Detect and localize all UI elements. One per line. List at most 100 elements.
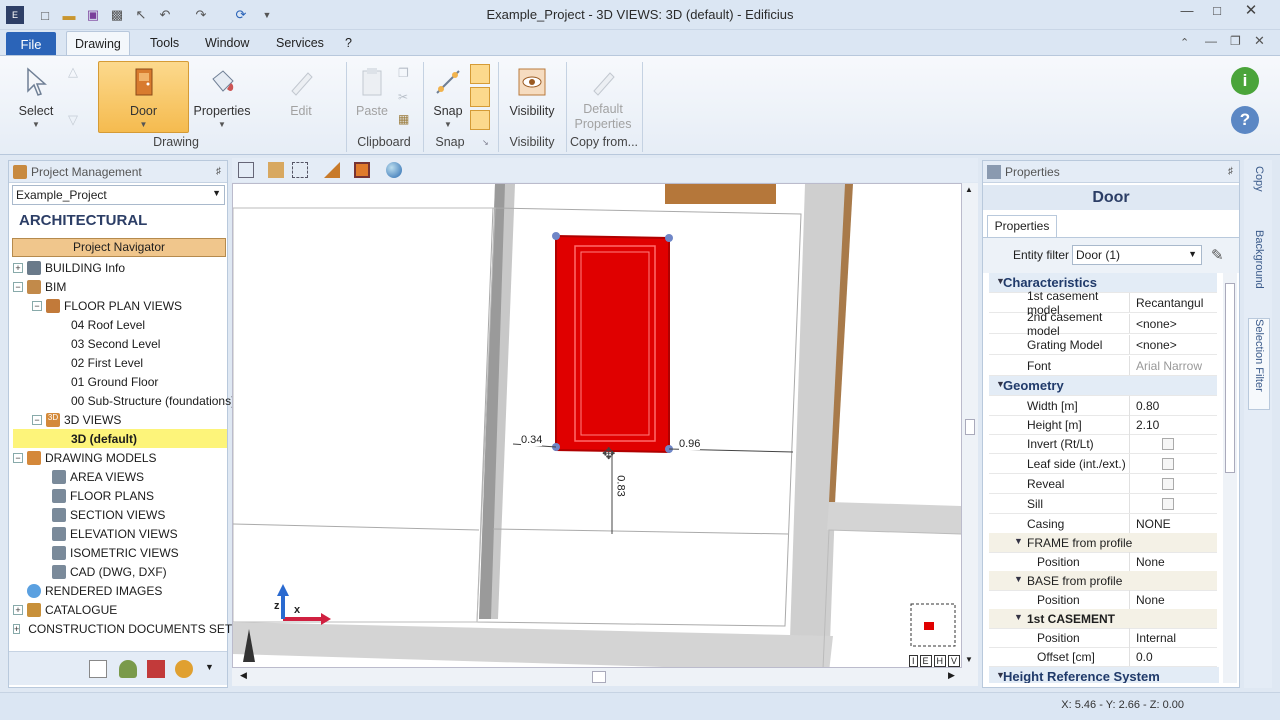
- leaf-side-checkbox[interactable]: [1162, 457, 1174, 470]
- tree-item-catalogue[interactable]: + CATALOGUE: [13, 600, 227, 619]
- prop-row[interactable]: Leaf side (int./ext.): [989, 454, 1217, 474]
- export-icon[interactable]: [147, 660, 165, 678]
- tree-item-elevation-views[interactable]: ELEVATION VIEWS: [13, 524, 227, 543]
- prop-row[interactable]: Grating Model <none>: [989, 335, 1217, 355]
- tab-tools[interactable]: Tools: [142, 31, 187, 55]
- 3d-viewport[interactable]: 0.34 0.96 0.83 ✥ x z I E H V: [232, 183, 962, 668]
- snap-endpoint-icon[interactable]: [470, 64, 490, 84]
- tree-item-drawing-models[interactable]: − DRAWING MODELS: [13, 448, 227, 467]
- tree-item-building-info[interactable]: + BUILDING Info: [13, 258, 227, 277]
- collapse-icon[interactable]: −: [13, 281, 23, 292]
- side-tab-background[interactable]: Background: [1248, 230, 1270, 310]
- snap-line-icon[interactable]: [470, 87, 490, 107]
- subsection-frame-from-profile[interactable]: FRAME from profile: [989, 533, 1217, 553]
- prop-row[interactable]: Font Arial Narrow: [989, 356, 1217, 376]
- help-icon[interactable]: ?: [1231, 106, 1259, 134]
- tab-services[interactable]: Services: [268, 31, 332, 55]
- texture-icon[interactable]: [268, 162, 284, 178]
- prop-row[interactable]: Position Internal: [989, 628, 1217, 648]
- ribbon-collapse-icon[interactable]: ⌃: [1180, 36, 1189, 49]
- tree-item-roof-level[interactable]: 04 Roof Level: [13, 315, 227, 334]
- door-button[interactable]: Door ▼: [98, 61, 189, 133]
- collapse-height-reference-icon[interactable]: ▼: [996, 670, 1005, 680]
- doc-restore-icon[interactable]: ❐: [1230, 34, 1241, 48]
- tree-item-bim[interactable]: − BIM: [13, 277, 227, 296]
- tab-drawing[interactable]: Drawing: [66, 31, 130, 55]
- collapse-icon[interactable]: −: [32, 300, 42, 311]
- settings-gear-icon[interactable]: [175, 660, 193, 678]
- prop-row[interactable]: Casing NONE: [989, 514, 1217, 534]
- default-properties-button[interactable]: Default Properties: [570, 66, 636, 132]
- nav-i-button[interactable]: I: [909, 655, 918, 667]
- side-tab-selection-filter[interactable]: Selection Filter: [1248, 318, 1270, 410]
- pin-icon[interactable]: ♯: [1228, 166, 1233, 177]
- expand-icon[interactable]: +: [13, 262, 23, 273]
- section-box-icon[interactable]: [324, 162, 340, 178]
- collapse-casement-icon[interactable]: ▼: [1014, 612, 1023, 622]
- prop-value[interactable]: Arial Narrow: [1129, 356, 1217, 375]
- reveal-checkbox[interactable]: [1162, 477, 1174, 490]
- copy-icon[interactable]: ❐: [398, 66, 409, 80]
- collapse-icon[interactable]: −: [32, 414, 42, 425]
- prop-row[interactable]: Offset [cm] 0.0: [989, 647, 1217, 667]
- close-icon[interactable]: ✕: [1236, 0, 1266, 20]
- horizontal-scrollbar[interactable]: ◀ ▶: [232, 668, 978, 686]
- tree-item-floor-plans[interactable]: FLOOR PLANS: [13, 486, 227, 505]
- visibility-button[interactable]: Visibility: [506, 66, 558, 118]
- paste-special-icon[interactable]: ▦: [398, 112, 409, 126]
- tab-properties[interactable]: Properties: [987, 215, 1057, 237]
- scroll-left-icon[interactable]: ◀: [240, 670, 247, 681]
- prop-value[interactable]: <none>: [1129, 335, 1217, 354]
- pin-icon[interactable]: ♯: [216, 166, 221, 177]
- tree-item-first-level[interactable]: 02 First Level: [13, 353, 227, 372]
- nav-h-button[interactable]: H: [933, 655, 947, 667]
- render-sphere-icon[interactable]: [386, 162, 402, 178]
- scroll-right-icon[interactable]: ▶: [948, 670, 955, 681]
- subsection-base-from-profile[interactable]: BASE from profile: [989, 571, 1217, 591]
- dialog-launcher-icon[interactable]: ↘: [482, 138, 489, 147]
- cut-icon[interactable]: ✂: [398, 90, 408, 104]
- collapse-geometry-icon[interactable]: ▼: [996, 379, 1005, 389]
- materials-icon[interactable]: [119, 660, 137, 678]
- tree-item-rendered-images[interactable]: RENDERED IMAGES: [13, 581, 227, 600]
- prop-value[interactable]: 2.10: [1129, 415, 1217, 434]
- prop-row[interactable]: Reveal: [989, 474, 1217, 494]
- doc-close-icon[interactable]: ✕: [1254, 33, 1265, 49]
- filter-edit-icon[interactable]: ✎: [1211, 246, 1224, 264]
- collapse-icon[interactable]: −: [13, 452, 23, 463]
- prop-value[interactable]: 0.0: [1129, 647, 1217, 666]
- prop-row[interactable]: Position None: [989, 552, 1217, 572]
- section-geometry[interactable]: Geometry: [989, 376, 1217, 396]
- project-select[interactable]: Example_Project ▼: [12, 185, 225, 205]
- chevron-down-icon[interactable]: ▼: [205, 662, 214, 672]
- maximize-icon[interactable]: □: [1202, 0, 1232, 20]
- collapse-base-icon[interactable]: ▼: [1014, 574, 1023, 584]
- prop-row[interactable]: 2nd casement model <none>: [989, 310, 1217, 338]
- nav-e-button[interactable]: E: [919, 655, 932, 667]
- entity-filter-select[interactable]: Door (1) ▼: [1072, 245, 1202, 265]
- tree-item-sub-structure[interactable]: 00 Sub-Structure (foundations): [13, 391, 235, 410]
- properties-scrollbar[interactable]: [1223, 273, 1237, 683]
- prop-value[interactable]: <none>: [1129, 314, 1217, 333]
- tree-item-3d-views[interactable]: −3D 3D VIEWS: [13, 410, 227, 429]
- vertical-scrollbar[interactable]: ▲ ▼: [962, 183, 978, 668]
- expand-icon[interactable]: +: [13, 604, 23, 615]
- collapse-frame-icon[interactable]: ▼: [1014, 536, 1023, 546]
- tree-item-section-views[interactable]: SECTION VIEWS: [13, 505, 227, 524]
- prop-row[interactable]: Height [m] 2.10: [989, 415, 1217, 435]
- tree-item-construction-documents[interactable]: + CONSTRUCTION DOCUMENTS SET: [13, 619, 232, 638]
- minimize-icon[interactable]: —: [1172, 0, 1202, 20]
- prop-value[interactable]: None: [1129, 552, 1217, 571]
- doc-minimize-icon[interactable]: —: [1205, 34, 1217, 48]
- tree-item-3d-default[interactable]: 3D (default): [13, 429, 227, 448]
- tree-item-area-views[interactable]: AREA VIEWS: [13, 467, 227, 486]
- tree-item-floor-plan-views[interactable]: − FLOOR PLAN VIEWS: [13, 296, 227, 315]
- layers-icon[interactable]: [354, 162, 370, 178]
- prop-row[interactable]: Position None: [989, 590, 1217, 610]
- snap-grid-icon[interactable]: [470, 110, 490, 130]
- prop-value[interactable]: None: [1129, 590, 1217, 609]
- report-icon[interactable]: [89, 660, 107, 678]
- prop-row[interactable]: Width [m] 0.80: [989, 396, 1217, 416]
- expand-icon[interactable]: +: [13, 623, 21, 634]
- scroll-up-icon[interactable]: ▲: [965, 185, 973, 194]
